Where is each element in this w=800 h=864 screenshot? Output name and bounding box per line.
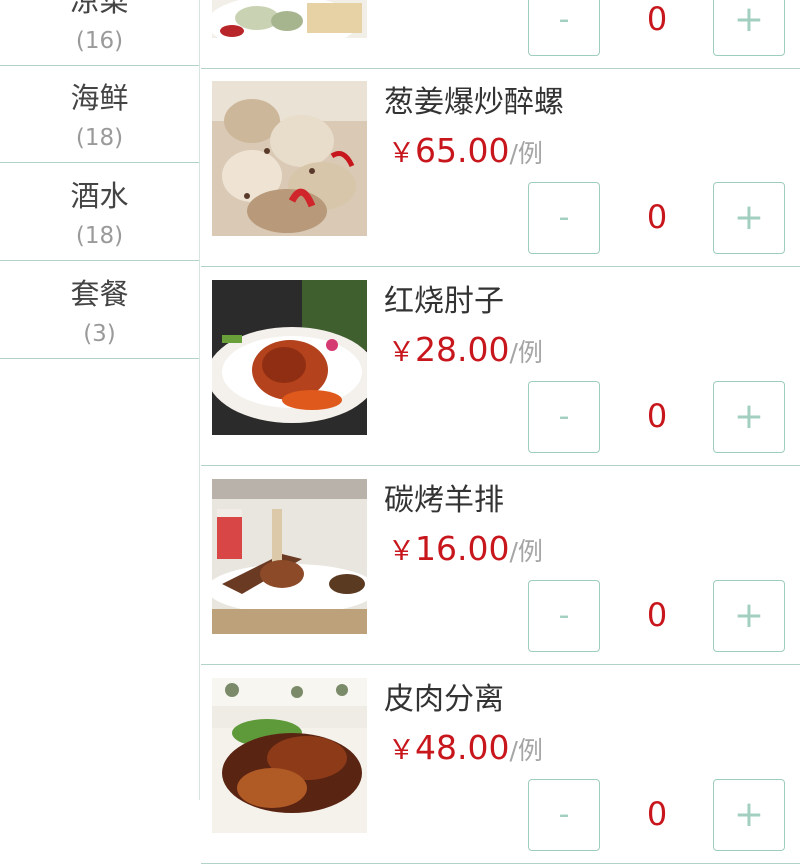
category-item-drinks[interactable]: 酒水 (18): [0, 164, 199, 261]
dish-item: - 0 +: [201, 0, 800, 69]
price-amount: 16.00: [415, 529, 510, 568]
category-sidebar: 凉菜 (16) 海鲜 (18) 酒水 (18) 套餐 (3): [0, 0, 200, 800]
currency-symbol: ￥: [388, 138, 415, 169]
increase-quantity-button[interactable]: +: [713, 381, 785, 453]
quantity-value: 0: [646, 795, 668, 833]
dish-image: [212, 0, 367, 38]
dish-price: ￥65.00/例: [388, 131, 543, 177]
dish-name: 葱姜爆炒醉螺: [384, 85, 564, 120]
dish-item: 葱姜爆炒醉螺 ￥65.00/例 - 0 +: [201, 69, 800, 267]
category-count: (18): [75, 223, 124, 249]
currency-symbol: ￥: [388, 735, 415, 766]
increase-quantity-button[interactable]: +: [713, 182, 785, 254]
dish-name: 碳烤羊排: [384, 483, 504, 518]
increase-quantity-button[interactable]: +: [713, 0, 785, 56]
decrease-quantity-button[interactable]: -: [528, 381, 600, 453]
quantity-value: 0: [646, 0, 668, 38]
price-unit: /例: [509, 736, 543, 765]
category-name: 套餐: [70, 277, 129, 311]
category-item-set-meals[interactable]: 套餐 (3): [0, 262, 199, 359]
dish-item: 碳烤羊排 ￥16.00/例 - 0 +: [201, 467, 800, 665]
category-count: (3): [83, 321, 116, 347]
dish-list: - 0 + 葱姜爆炒醉螺 ￥65.00/例 - 0 + 红烧肘子 ￥28.00/…: [201, 0, 800, 864]
category-item-cold-dishes[interactable]: 凉菜 (16): [0, 0, 199, 66]
dish-price: ￥28.00/例: [388, 330, 543, 376]
price-unit: /例: [509, 338, 543, 367]
decrease-quantity-button[interactable]: -: [528, 182, 600, 254]
quantity-value: 0: [646, 397, 668, 435]
decrease-quantity-button[interactable]: -: [528, 0, 600, 56]
dish-image: [212, 678, 367, 833]
price-amount: 48.00: [415, 728, 510, 767]
dish-price: ￥16.00/例: [388, 529, 543, 575]
dish-item: 红烧肘子 ￥28.00/例 - 0 +: [201, 268, 800, 466]
dish-image: [212, 479, 367, 634]
price-unit: /例: [509, 139, 543, 168]
currency-symbol: ￥: [388, 337, 415, 368]
decrease-quantity-button[interactable]: -: [528, 779, 600, 851]
currency-symbol: ￥: [388, 536, 415, 567]
category-count: (16): [75, 28, 124, 54]
dish-price: ￥48.00/例: [388, 728, 543, 774]
price-amount: 65.00: [415, 131, 510, 170]
dish-name: 红烧肘子: [384, 284, 504, 319]
quantity-value: 0: [646, 198, 668, 236]
category-name: 海鲜: [70, 81, 129, 115]
price-unit: /例: [509, 537, 543, 566]
dish-image: [212, 81, 367, 236]
dish-image: [212, 280, 367, 435]
category-name: 酒水: [70, 179, 129, 213]
category-item-seafood[interactable]: 海鲜 (18): [0, 66, 199, 163]
increase-quantity-button[interactable]: +: [713, 779, 785, 851]
dish-name: 皮肉分离: [384, 682, 504, 717]
quantity-value: 0: [646, 596, 668, 634]
decrease-quantity-button[interactable]: -: [528, 580, 600, 652]
category-name: 凉菜: [70, 0, 129, 18]
increase-quantity-button[interactable]: +: [713, 580, 785, 652]
price-amount: 28.00: [415, 330, 510, 369]
category-count: (18): [75, 125, 124, 151]
dish-item: 皮肉分离 ￥48.00/例 - 0 +: [201, 666, 800, 864]
